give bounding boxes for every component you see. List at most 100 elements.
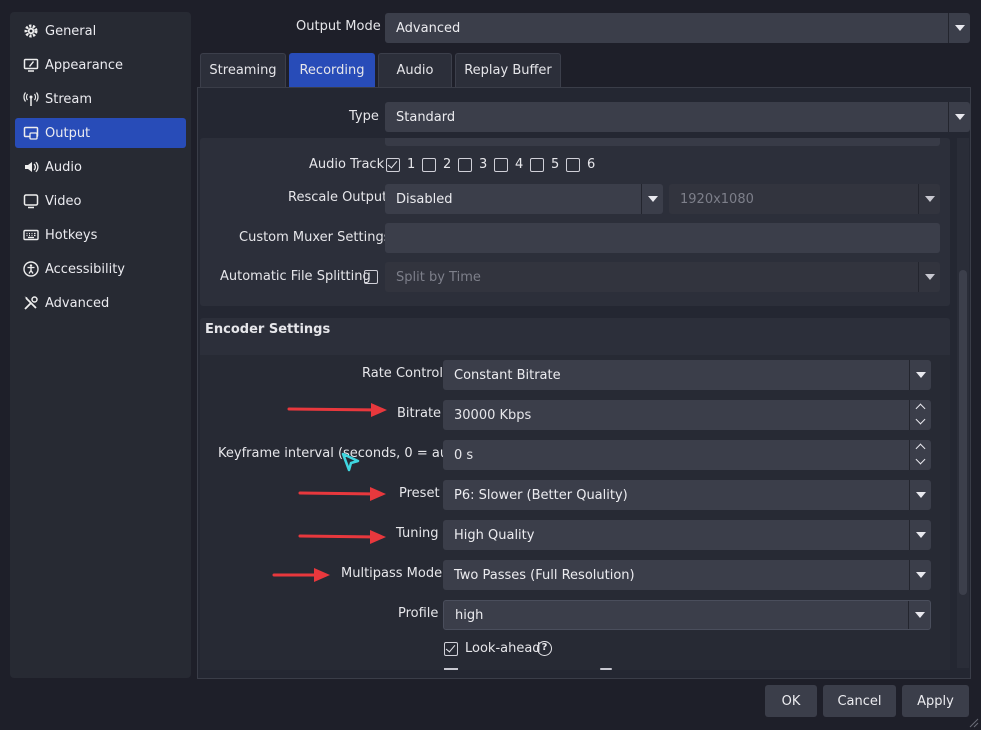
spin-buttons[interactable] [909, 440, 931, 470]
sidebar-item-label: Stream [45, 91, 93, 107]
audio-track-5-checkbox[interactable] [530, 158, 544, 172]
audio-track-3-label: 3 [479, 157, 488, 172]
tab-streaming[interactable]: Streaming [200, 53, 286, 87]
sidebar-item-audio[interactable]: Audio [15, 152, 186, 182]
lookahead-checkbox[interactable] [444, 642, 458, 656]
type-dropdown[interactable]: Standard [385, 102, 970, 132]
clipped-checkbox [444, 668, 458, 670]
audio-track-4-checkbox[interactable] [494, 158, 508, 172]
output-mode-dropdown[interactable]: Advanced [385, 13, 970, 43]
chevron-down-icon[interactable] [910, 455, 931, 470]
sidebar-item-general[interactable]: General [15, 16, 186, 46]
help-icon[interactable]: ? [537, 641, 552, 656]
rate-control-dropdown[interactable]: Constant Bitrate [443, 360, 931, 390]
audio-track-1-checkbox[interactable] [386, 158, 400, 172]
sidebar-item-hotkeys[interactable]: Hotkeys [15, 220, 186, 250]
sidebar-item-label: Output [45, 125, 91, 141]
sidebar-item-video[interactable]: Video [15, 186, 186, 216]
sidebar-item-label: General [45, 23, 97, 39]
scrollbar-thumb[interactable] [959, 270, 967, 595]
audio-track-6-checkbox[interactable] [566, 158, 580, 172]
encoder-settings-heading: Encoder Settings [205, 322, 331, 337]
audio-track-3-checkbox[interactable] [458, 158, 472, 172]
file-splitting-label: Automatic File Splitting [220, 269, 371, 284]
preset-label: Preset [399, 486, 440, 501]
chevron-down-icon [909, 360, 931, 390]
annotation-arrow-tuning [298, 530, 386, 544]
preset-value: P6: Slower (Better Quality) [454, 487, 628, 503]
spin-buttons[interactable] [909, 400, 931, 430]
chevron-down-icon [909, 480, 931, 510]
audio-track-5-label: 5 [551, 157, 560, 172]
cancel-button[interactable]: Cancel [823, 685, 896, 717]
sidebar-item-appearance[interactable]: Appearance [15, 50, 186, 80]
rescale-resolution-dropdown: 1920x1080 [669, 184, 940, 214]
keyframe-interval-spinbox[interactable]: 0 s [443, 440, 931, 470]
preset-dropdown[interactable]: P6: Slower (Better Quality) [443, 480, 931, 510]
sidebar-item-label: Advanced [45, 295, 110, 311]
chevron-up-icon[interactable] [910, 440, 931, 455]
accessibility-icon [23, 261, 39, 277]
chevron-down-icon [918, 262, 940, 292]
sidebar-item-label: Accessibility [45, 261, 125, 277]
profile-dropdown[interactable]: high [443, 600, 931, 630]
cancel-button-label: Cancel [837, 693, 882, 709]
clipped-help-icon [600, 668, 612, 670]
type-value: Standard [396, 109, 456, 125]
audio-track-4-label: 4 [515, 157, 524, 172]
sidebar-item-label: Audio [45, 159, 82, 175]
tuning-dropdown[interactable]: High Quality [443, 520, 931, 550]
apply-button[interactable]: Apply [902, 685, 969, 717]
bitrate-spinbox[interactable]: 30000 Kbps [443, 400, 931, 430]
sidebar-item-stream[interactable]: Stream [15, 84, 186, 114]
custom-muxer-label: Custom Muxer Settings [239, 230, 391, 245]
multipass-mode-dropdown[interactable]: Two Passes (Full Resolution) [443, 560, 931, 590]
file-splitting-checkbox[interactable] [364, 270, 378, 284]
clipped-field [385, 138, 940, 146]
keyboard-icon [23, 227, 39, 243]
sidebar-item-output[interactable]: Output [15, 118, 186, 148]
lookahead-label: Look-ahead [465, 641, 541, 656]
tuning-label: Tuning [396, 526, 439, 541]
annotation-arrow-preset [298, 487, 386, 501]
multipass-mode-label: Multipass Mode [341, 566, 443, 581]
audio-track-2-checkbox[interactable] [422, 158, 436, 172]
output-mode-label: Output Mode [296, 19, 381, 34]
custom-muxer-input[interactable] [385, 223, 940, 253]
tab-replay-buffer[interactable]: Replay Buffer [455, 53, 561, 87]
rate-control-value: Constant Bitrate [454, 367, 561, 383]
audio-track-6-label: 6 [587, 157, 596, 172]
sidebar-item-label: Video [45, 193, 82, 209]
type-label: Type [349, 109, 379, 124]
chevron-down-icon [948, 13, 970, 43]
multipass-mode-value: Two Passes (Full Resolution) [454, 567, 635, 583]
chevron-up-icon[interactable] [910, 400, 931, 415]
file-splitting-dropdown: Split by Time [385, 262, 940, 292]
chevron-down-icon [948, 102, 970, 132]
rescale-resolution-value: 1920x1080 [680, 191, 754, 207]
sidebar-item-advanced[interactable]: Advanced [15, 288, 186, 318]
tab-label: Streaming [209, 63, 277, 78]
profile-label: Profile [398, 606, 439, 621]
output-icon [23, 125, 39, 141]
tab-recording[interactable]: Recording [289, 53, 375, 87]
chevron-down-icon[interactable] [910, 415, 931, 430]
bitrate-label: Bitrate [397, 406, 442, 421]
sidebar-item-accessibility[interactable]: Accessibility [15, 254, 186, 284]
mouse-cursor-icon [341, 452, 360, 472]
file-splitting-value: Split by Time [396, 269, 481, 285]
apply-button-label: Apply [917, 693, 954, 709]
tab-audio[interactable]: Audio [378, 53, 452, 87]
resize-grip-icon[interactable] [967, 716, 979, 728]
audio-track-1-label: 1 [407, 157, 416, 172]
rescale-output-dropdown[interactable]: Disabled [385, 184, 663, 214]
chevron-down-icon [641, 184, 663, 214]
tab-label: Audio [396, 63, 434, 78]
ok-button[interactable]: OK [765, 685, 817, 717]
rate-control-label: Rate Control [362, 366, 443, 381]
chevron-down-icon [909, 560, 931, 590]
rescale-output-label: Rescale Output [288, 190, 388, 205]
rescale-output-value: Disabled [396, 191, 453, 207]
output-mode-value: Advanced [396, 20, 461, 36]
bitrate-value: 30000 Kbps [454, 407, 532, 423]
